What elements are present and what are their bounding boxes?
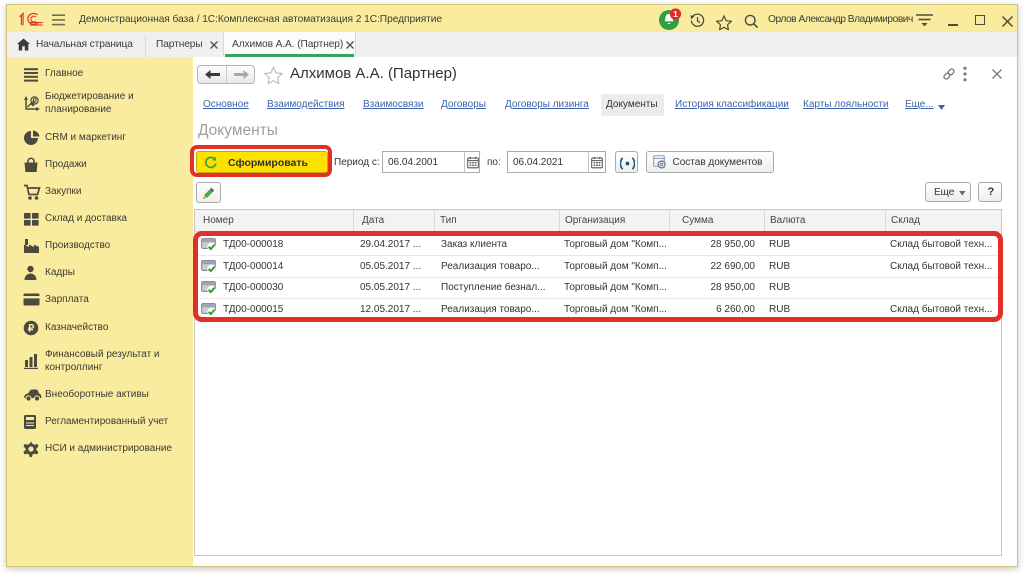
svg-text:₽: ₽ [32,97,37,105]
svg-text:1: 1 [673,9,678,19]
svg-text:₽: ₽ [28,324,35,335]
